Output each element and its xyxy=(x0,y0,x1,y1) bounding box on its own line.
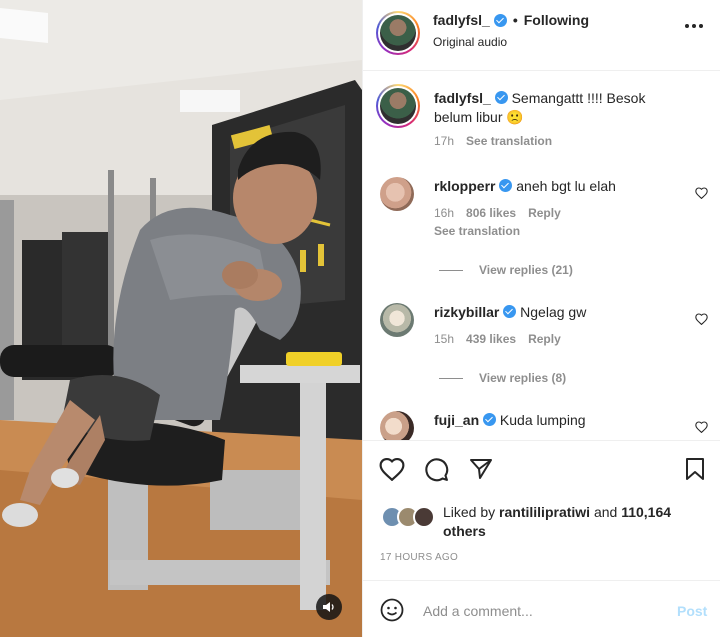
share-icon[interactable] xyxy=(469,457,493,481)
post-comment-button[interactable]: Post xyxy=(677,603,707,619)
comment-meta: 16h 806 likes Reply xyxy=(434,206,561,220)
replies-divider xyxy=(439,377,463,379)
heart-icon[interactable] xyxy=(379,457,405,481)
see-translation-link[interactable]: See translation xyxy=(434,224,520,238)
verified-icon xyxy=(483,413,497,426)
caption-text: fadlyfsl_ Semangattt !!!! Besok belum li… xyxy=(434,89,684,127)
add-comment-bar: Add a comment... Post xyxy=(363,580,720,637)
speaker-icon xyxy=(323,602,334,612)
comment-username[interactable]: rizkybillar xyxy=(434,304,499,320)
view-replies-button[interactable]: View replies (21) xyxy=(439,263,573,277)
verified-icon xyxy=(493,13,507,27)
post-actions: Liked by rantililipratiwi and 110,164 ot… xyxy=(363,440,720,580)
liked-by-prefix: Liked by xyxy=(443,504,496,520)
original-audio-link[interactable]: Original audio xyxy=(433,35,507,49)
following-button[interactable]: Following xyxy=(524,12,589,28)
view-replies-label: View replies (21) xyxy=(479,263,573,277)
verified-icon xyxy=(499,179,513,192)
emoji-icon[interactable] xyxy=(380,598,404,622)
comment-text: rklopperr aneh bgt lu elah xyxy=(434,177,684,196)
heart-icon[interactable] xyxy=(695,187,708,199)
post-timestamp[interactable]: 17 HOURS AGO xyxy=(380,552,458,563)
comment-meta: 15h 439 likes Reply xyxy=(434,332,561,346)
comment-text: fuji_an Kuda lumping xyxy=(434,411,684,430)
comment-username[interactable]: rklopperr xyxy=(434,178,495,194)
comment-body: aneh bgt lu elah xyxy=(516,178,616,194)
comment-text: rizkybillar Ngelag gw xyxy=(434,303,684,322)
liked-by-avatars[interactable] xyxy=(381,506,439,528)
view-replies-button[interactable]: View replies (8) xyxy=(439,371,566,385)
comment-input[interactable]: Add a comment... xyxy=(423,603,533,619)
caption-meta: 17h See translation xyxy=(434,134,552,148)
heart-icon[interactable] xyxy=(695,313,708,325)
caption-username[interactable]: fadlyfsl_ xyxy=(434,90,491,106)
caption-time[interactable]: 17h xyxy=(434,134,454,148)
comment-time[interactable]: 15h xyxy=(434,332,454,346)
author-username[interactable]: fadlyfsl_ xyxy=(433,12,490,28)
gym-video-frame xyxy=(0,0,362,637)
liked-by-text: Liked by rantililipratiwi and 110,164 ot… xyxy=(443,503,683,541)
view-replies-label: View replies (8) xyxy=(479,371,567,385)
reply-button[interactable]: Reply xyxy=(528,206,561,220)
comment-body: Ngelag gw xyxy=(520,304,587,320)
comments-list[interactable]: fadlyfsl_ Semangattt !!!! Besok belum li… xyxy=(363,71,720,440)
post-side-panel: fadlyfsl_ • Following Original audio fad… xyxy=(362,0,720,637)
verified-icon xyxy=(494,91,508,104)
post-media[interactable] xyxy=(0,0,362,637)
emoji-frown: 🙁 xyxy=(506,109,524,125)
reply-button[interactable]: Reply xyxy=(528,332,561,346)
liked-by-and: and xyxy=(593,504,618,520)
comment-likes[interactable]: 806 likes xyxy=(466,206,516,220)
comment-username[interactable]: fuji_an xyxy=(434,412,479,428)
commenter-avatar[interactable] xyxy=(380,303,414,337)
replies-divider xyxy=(439,269,463,271)
comment-likes[interactable]: 439 likes xyxy=(466,332,516,346)
post-header: fadlyfsl_ • Following Original audio xyxy=(363,0,720,71)
comment-body: Kuda lumping xyxy=(499,412,586,428)
mute-button[interactable] xyxy=(316,594,342,620)
more-icon[interactable] xyxy=(685,24,703,28)
verified-icon xyxy=(503,305,517,318)
commenter-avatar[interactable] xyxy=(380,411,414,440)
liked-by-user[interactable]: rantililipratiwi xyxy=(499,504,590,520)
bookmark-icon[interactable] xyxy=(685,457,705,481)
liker-avatar xyxy=(413,506,435,528)
see-translation-link[interactable]: See translation xyxy=(466,134,552,148)
heart-icon[interactable] xyxy=(695,421,708,433)
comment-icon[interactable] xyxy=(424,457,449,482)
comment-time[interactable]: 16h xyxy=(434,206,454,220)
separator-dot: • xyxy=(512,12,518,28)
commenter-avatar[interactable] xyxy=(380,177,414,211)
header-user-row: fadlyfsl_ • Following xyxy=(433,12,589,28)
caption-avatar[interactable] xyxy=(376,84,420,128)
author-avatar[interactable] xyxy=(376,11,420,55)
